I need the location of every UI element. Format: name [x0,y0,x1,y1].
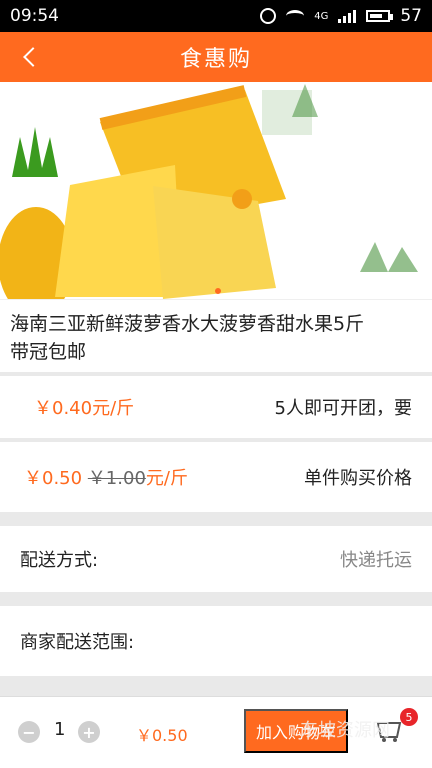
battery-level: 57 [400,6,422,26]
price-unit: 元/斤 [145,468,188,489]
single-price-value: ￥0.50 [24,468,83,489]
pineapple-image [0,84,418,299]
delivery-range-row[interactable]: 商家配送范围: [0,606,432,676]
quantity-value[interactable]: 1 [54,719,65,740]
shipping-label: 配送方式: [20,550,99,571]
single-price: ￥0.50 ￥1.00元/斤 [24,464,188,490]
battery-icon [366,10,394,22]
shipping-row[interactable]: 配送方式: 快递托运 [0,526,432,592]
product-title-line-2: 带冠包邮 [10,341,87,363]
back-arrow-icon [23,47,43,67]
increase-button[interactable]: + [78,721,100,743]
product-image-carousel[interactable] [0,82,432,299]
top-nav: 食惠购 [0,32,432,82]
cart-badge: 5 [400,708,418,726]
decrease-button[interactable]: − [18,721,40,743]
shipping-value: 快递托运 [340,550,412,571]
single-buy-label: 单件购买价格 [304,468,412,489]
product-title-line-1: 海南三亚新鲜菠萝香水大菠萝香甜水果5斤 [10,313,365,335]
carousel-dot-active[interactable] [215,288,221,294]
group-deal-row[interactable]: ￥0.40元/斤 5人即可开团，要 [0,376,432,438]
signal-icon [338,9,357,23]
single-buy-row[interactable]: ￥0.50 ￥1.00元/斤 单件购买价格 [0,442,432,512]
alarm-icon [260,8,277,24]
group-deal-text: 5人即可开团，要 [274,398,412,419]
section-divider [0,676,432,696]
product-title: 海南三亚新鲜菠萝香水大菠萝香甜水果5斤 带冠包邮 [0,300,432,372]
watermark: 东坡资源网 [300,720,390,741]
back-button[interactable] [18,42,48,72]
section-divider [0,592,432,606]
section-divider [0,512,432,526]
network-label: 4G [314,10,329,22]
status-icons: 4G 57 [260,6,422,26]
group-price: ￥0.40元/斤 [34,398,135,419]
original-price: ￥1.00 [87,468,146,489]
delivery-range-label: 商家配送范围: [20,632,135,653]
wifi-icon [286,10,305,22]
bottom-price: ￥0.50 [136,726,188,745]
status-time: 09:54 [10,6,59,26]
page-title: 食惠购 [179,47,252,72]
status-bar: 09:54 4G 57 [0,0,432,32]
